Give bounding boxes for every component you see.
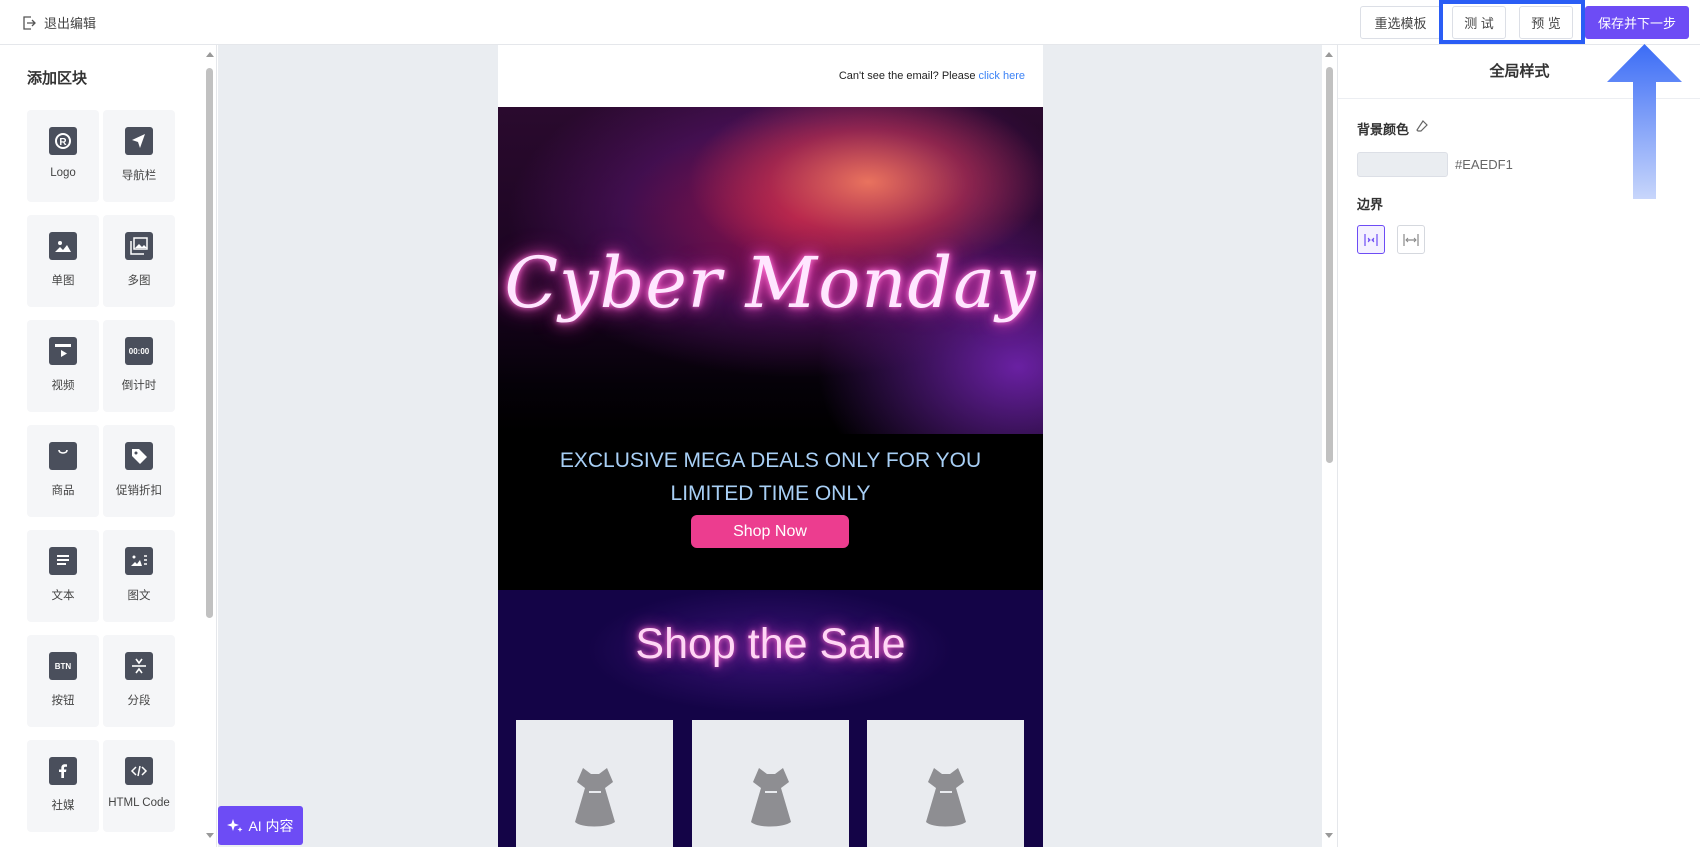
navigation-icon [125,127,153,155]
product-card[interactable] [692,720,849,847]
scroll-down-icon[interactable] [206,833,214,838]
block-label: 倒计时 [121,380,157,392]
divider-icon [125,652,153,680]
block-label: 单图 [51,275,75,287]
click-here-link[interactable]: click here [979,70,1025,82]
exit-icon [23,15,36,30]
product-card[interactable] [867,720,1024,847]
block-social[interactable]: 社媒 [27,740,99,832]
code-icon [125,757,153,785]
save-next-button[interactable]: 保存并下一步 [1585,6,1689,39]
preheader-message: Can't see the email? Please [838,70,979,82]
tag-icon [125,442,153,470]
block-single-image[interactable]: 单图 [27,215,99,307]
block-label: Logo [50,167,76,179]
exit-edit-button[interactable]: 退出编辑 [22,13,96,32]
exit-edit-label: 退出编辑 [44,16,97,31]
border-label: 边界 [1357,197,1384,212]
ai-content-label: AI 内容 [248,817,294,834]
button-glyph: BTN [54,661,72,671]
dress-icon [574,768,615,827]
test-button[interactable]: 测 试 [1452,6,1506,39]
shopping-bag-icon [49,442,77,470]
deals-line-2: LIMITED TIME ONLY [670,482,871,505]
preheader-text: Can't see the email? Please click here [839,70,1025,82]
images-icon [125,232,153,260]
logo-icon: R [49,127,77,155]
block-label: 分段 [127,695,151,707]
image-text-icon [125,547,153,575]
deals-section: EXCLUSIVE MEGA DEALS ONLY FOR YOU LIMITE… [498,434,1043,594]
pointer-arrow [1607,44,1682,199]
hero-title: Cyber Monday [504,242,1037,324]
block-navigation[interactable]: 导航栏 [103,110,175,202]
block-label: 促销折扣 [116,485,162,497]
bg-color-hex[interactable]: #EAEDF1 [1455,157,1513,172]
block-multi-image[interactable]: 多图 [103,215,175,307]
sale-title: Shop the Sale [635,620,906,668]
preview-button[interactable]: 预 览 [1519,6,1573,39]
block-logo[interactable]: R Logo [27,110,99,202]
border-outer-button[interactable] [1397,225,1425,254]
scrollbar-thumb[interactable] [1326,67,1333,463]
email-preview[interactable]: Can't see the email? Please click here C… [498,45,1043,847]
countdown-icon: 00:00 [125,337,153,365]
scrollbar-thumb[interactable] [206,68,213,618]
block-label: 社媒 [51,800,75,812]
block-divider[interactable]: 分段 [103,635,175,727]
block-palette: 添加区块 R Logo 导航栏 单图 多图 视频 00:00 倒计时 商品 促销… [0,45,217,847]
block-label: 图文 [127,590,151,602]
block-countdown[interactable]: 00:00 倒计时 [103,320,175,412]
button-icon: BTN [49,652,77,680]
reselect-template-button[interactable]: 重选模板 [1360,6,1441,39]
palette-title: 添加区块 [27,70,88,87]
block-text[interactable]: 文本 [27,530,99,622]
palette-scrollbar[interactable] [204,45,216,847]
bg-color-swatch[interactable] [1357,152,1448,177]
sale-section: Shop the Sale [498,590,1043,847]
dress-icon [925,768,966,827]
svg-text:R: R [59,137,67,148]
image-icon [49,232,77,260]
block-html-code[interactable]: HTML Code [103,740,175,832]
facebook-icon [49,757,77,785]
scroll-up-icon[interactable] [206,52,214,57]
product-card[interactable] [516,720,673,847]
countdown-glyph: 00:00 [128,346,150,356]
border-inner-button[interactable] [1357,225,1385,254]
text-icon [49,547,77,575]
hero-banner: Cyber Monday [498,107,1043,434]
eraser-icon[interactable] [1415,119,1429,133]
email-canvas: Can't see the email? Please click here C… [218,45,1322,847]
sparkle-icon [227,818,243,832]
block-label: 商品 [51,485,75,497]
scroll-down-icon[interactable] [1325,833,1333,838]
block-label: 多图 [127,275,151,287]
deals-line-1: EXCLUSIVE MEGA DEALS ONLY FOR YOU [559,449,982,472]
block-label: HTML Code [108,797,170,809]
top-bar: 退出编辑 重选模板 测 试 预 览 保存并下一步 [0,0,1700,45]
block-label: 视频 [51,380,75,392]
block-promotion[interactable]: 促销折扣 [103,425,175,517]
shop-now-button[interactable]: Shop Now [691,515,849,548]
block-video[interactable]: 视频 [27,320,99,412]
block-image-text[interactable]: 图文 [103,530,175,622]
border-inner-icon [1364,233,1378,246]
scroll-up-icon[interactable] [1325,52,1333,57]
block-product[interactable]: 商品 [27,425,99,517]
block-label: 导航栏 [121,170,157,182]
border-outer-icon [1403,233,1419,246]
video-icon [49,337,77,365]
block-label: 按钮 [51,695,75,707]
block-button[interactable]: BTN 按钮 [27,635,99,727]
preheader: Can't see the email? Please click here [498,45,1043,107]
ai-content-button[interactable]: AI 内容 [218,806,303,845]
dress-icon [750,768,791,827]
block-label: 文本 [51,590,75,602]
bg-color-label: 背景颜色 [1357,122,1410,137]
canvas-scrollbar[interactable] [1322,45,1336,847]
